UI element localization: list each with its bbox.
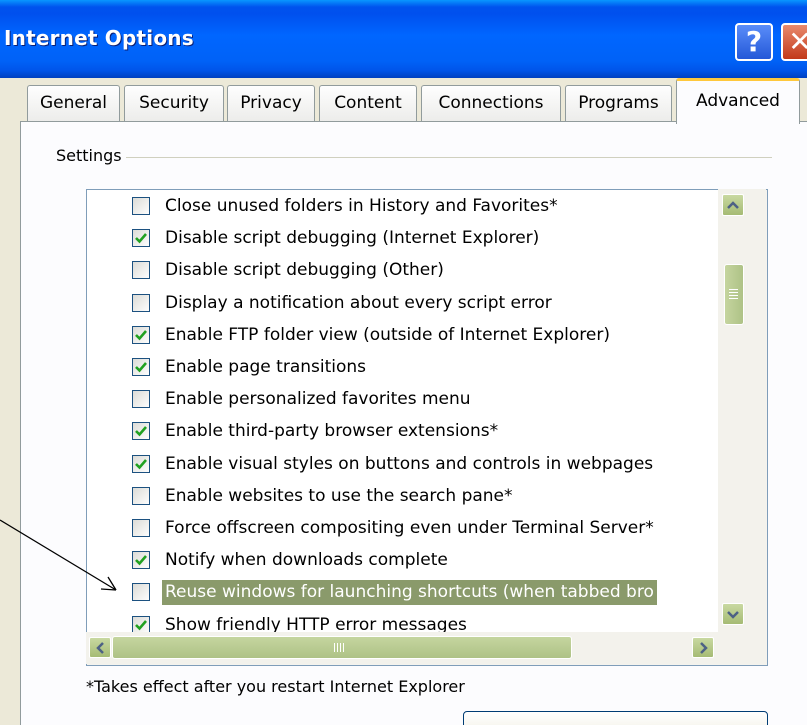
checkbox-checked[interactable] [132, 454, 150, 473]
setting-row[interactable]: Notify when downloads complete [87, 546, 727, 577]
checkbox-unchecked[interactable] [132, 390, 150, 409]
checkbox-unchecked[interactable] [132, 197, 150, 215]
check-mark-icon [135, 458, 147, 470]
setting-label: Close unused folders in History and Favo… [165, 196, 558, 216]
checkbox-unchecked[interactable] [132, 519, 150, 537]
checkbox-checked[interactable] [132, 229, 150, 248]
restore-advanced-settings-button[interactable]: Restore advanced settings [463, 711, 768, 725]
setting-label: Force offscreen compositing even under T… [165, 518, 654, 538]
setting-label: Enable visual styles on buttons and cont… [165, 453, 654, 474]
restart-footnote: *Takes effect after you restart Internet… [86, 677, 465, 696]
checkbox-unchecked[interactable] [132, 583, 150, 602]
setting-label: Enable page transitions [165, 357, 367, 377]
settings-group-label: Settings [52, 146, 126, 165]
tab-content[interactable]: Content [319, 85, 417, 122]
setting-row[interactable]: Force offscreen compositing even under T… [87, 514, 727, 545]
setting-label: Notify when downloads complete [165, 550, 448, 571]
setting-row[interactable]: Display a notification about every scrip… [87, 289, 727, 320]
checkbox-unchecked[interactable] [132, 261, 150, 280]
setting-label: Disable script debugging (Other) [165, 260, 444, 281]
setting-row[interactable]: Disable script debugging (Other) [87, 256, 727, 287]
setting-label: Enable websites to use the search pane* [165, 485, 513, 506]
tab-programs[interactable]: Programs [565, 85, 672, 122]
title-bar: Internet Options ? ✕ [0, 0, 807, 78]
check-mark-icon [135, 555, 147, 566]
setting-label: Disable script debugging (Internet Explo… [165, 228, 540, 249]
help-button[interactable]: ? [735, 23, 773, 61]
check-mark-icon [135, 619, 147, 631]
tab-privacy[interactable]: Privacy [227, 85, 315, 122]
setting-label: Enable personalized favorites menu [165, 389, 471, 410]
check-mark-icon [135, 362, 147, 373]
internet-options-window: Internet Options ? ✕ General Security Pr… [0, 0, 807, 725]
setting-row[interactable]: Reuse windows for launching shortcuts (w… [87, 578, 727, 609]
setting-label: Enable third-party browser extensions* [165, 421, 499, 442]
close-button[interactable]: ✕ [781, 23, 807, 61]
setting-row[interactable]: Enable websites to use the search pane* [87, 482, 727, 513]
check-mark-icon [135, 233, 147, 244]
settings-list[interactable]: Close unused folders in History and Favo… [86, 189, 768, 666]
checkbox-unchecked[interactable] [132, 486, 150, 505]
checkbox-checked[interactable] [132, 358, 150, 376]
vertical-scrollbar[interactable] [720, 190, 767, 633]
tab-general[interactable]: General [27, 85, 120, 122]
checkbox-checked[interactable] [132, 551, 150, 570]
checkbox-unchecked[interactable] [132, 293, 150, 312]
checkbox-checked[interactable] [132, 422, 150, 441]
tab-connections[interactable]: Connections [421, 85, 561, 122]
tab-security[interactable]: Security [124, 85, 224, 122]
setting-row[interactable]: Enable personalized favorites menu [87, 385, 727, 416]
setting-row[interactable]: Enable page transitions [87, 353, 727, 384]
setting-label: Display a notification about every scrip… [165, 292, 552, 313]
tab-advanced[interactable]: Advanced [676, 78, 800, 124]
setting-row[interactable]: Disable script debugging (Internet Explo… [87, 224, 727, 255]
check-mark-icon [135, 329, 147, 341]
setting-row[interactable]: Close unused folders in History and Favo… [87, 192, 727, 223]
setting-label: Reuse windows for launching shortcuts (w… [162, 580, 657, 606]
setting-label: Enable FTP folder view (outside of Inter… [165, 324, 610, 345]
checkbox-checked[interactable] [132, 325, 150, 344]
window-title: Internet Options [4, 26, 194, 50]
check-mark-icon [135, 426, 147, 437]
setting-row[interactable]: Enable visual styles on buttons and cont… [87, 450, 727, 481]
settings-group-divider [60, 157, 772, 158]
setting-row[interactable]: Enable FTP folder view (outside of Inter… [87, 321, 727, 352]
setting-label: Show friendly HTTP error messages [165, 614, 467, 635]
setting-row[interactable]: Enable third-party browser extensions* [87, 417, 727, 448]
checkbox-checked[interactable] [132, 615, 150, 634]
horizontal-scrollbar[interactable] [87, 633, 767, 665]
